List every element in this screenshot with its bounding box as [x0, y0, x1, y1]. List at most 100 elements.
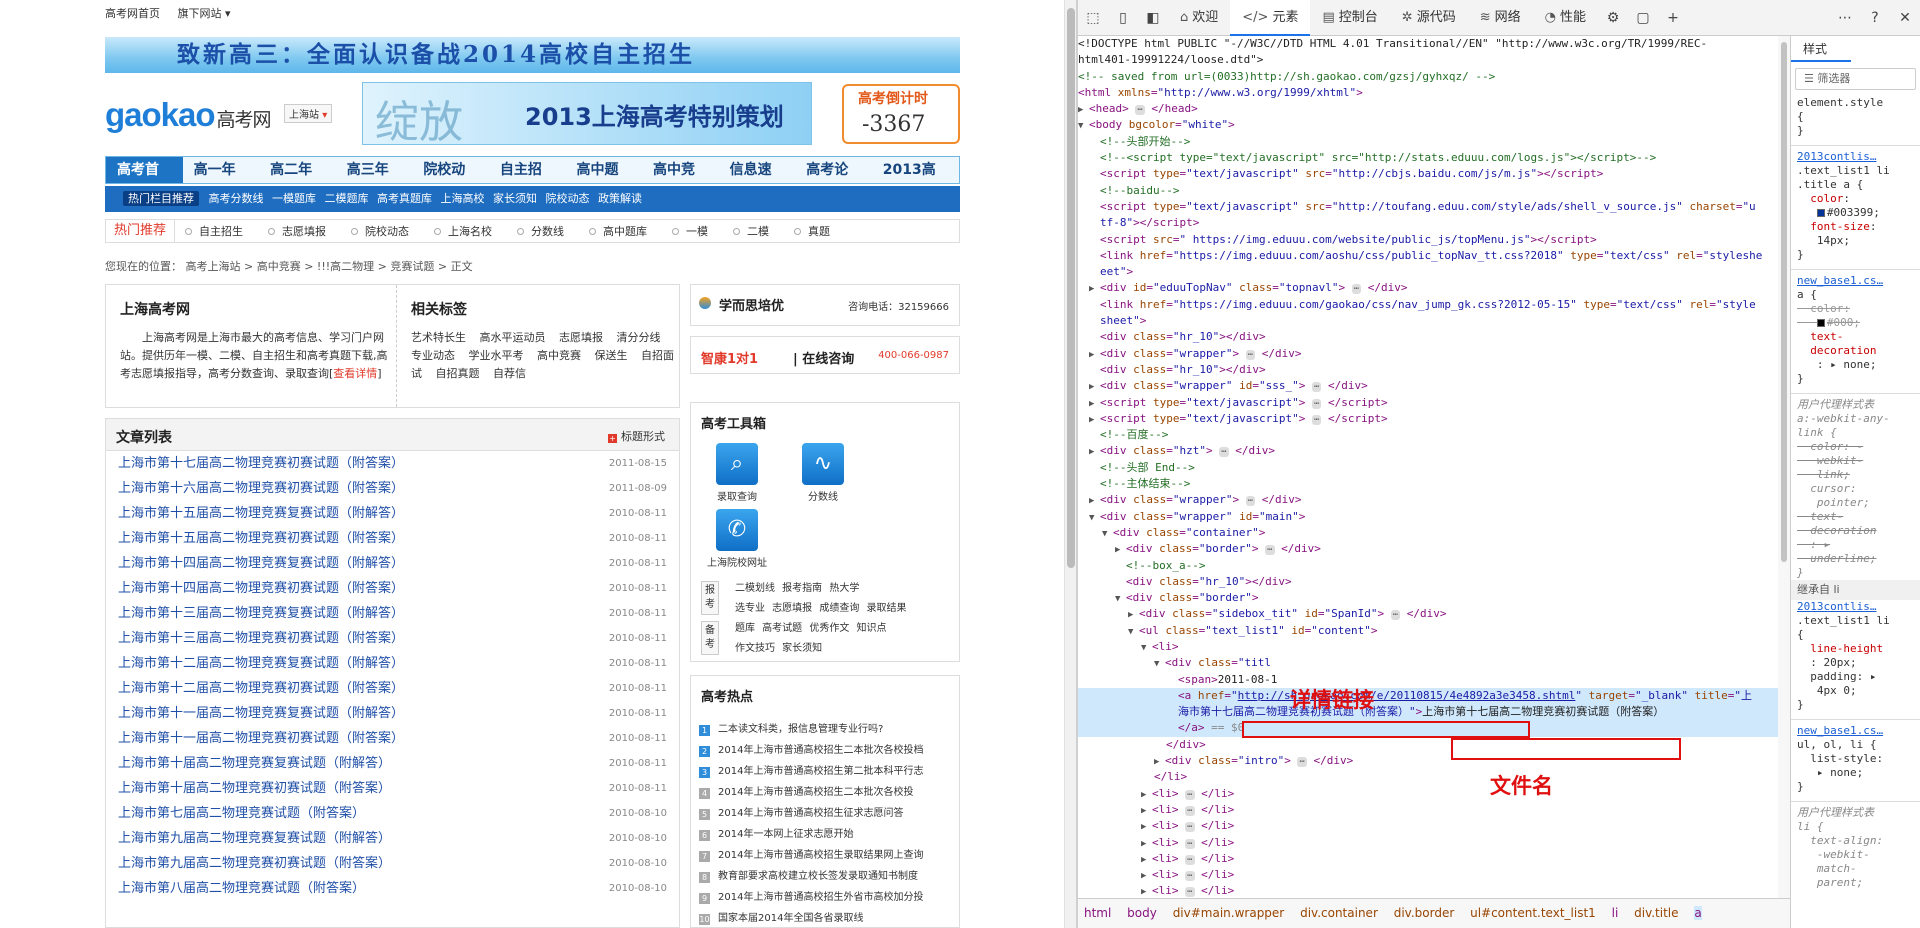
article-link[interactable]: 上海市第十届高二物理竞赛初赛试题（附答案）: [118, 776, 391, 801]
city-selector[interactable]: 上海站 ▾: [284, 104, 333, 123]
nav-item[interactable]: 信息速查: [719, 157, 796, 204]
rec-link[interactable]: 院校动态: [341, 223, 424, 239]
more-link[interactable]: 查看详情: [333, 367, 377, 380]
nav-item[interactable]: 自主招生: [489, 157, 566, 204]
add-tab-icon[interactable]: +: [1658, 10, 1688, 26]
hot-news-title[interactable]: 国家本届2014年全国各省录取线: [718, 913, 863, 924]
device-icon[interactable]: ▯: [1108, 10, 1138, 26]
sidebar-icon[interactable]: ◧: [1138, 10, 1168, 26]
hot-news-title[interactable]: 2014年上海市普通高校招生二本批次各校投档: [718, 745, 923, 756]
sites-dropdown[interactable]: 旗下网站 ▾: [178, 7, 231, 20]
tab-performance[interactable]: ◔ 性能: [1533, 0, 1598, 36]
hot-news-title[interactable]: 2014年上海市普通高校招生征求志愿问答: [718, 808, 903, 819]
tab-styles[interactable]: 样式: [1791, 36, 1851, 62]
article-link[interactable]: 上海市第十一届高二物理竞赛初赛试题（附答案）: [118, 726, 404, 751]
hot-news-item[interactable]: 5 2014年上海市普通高校招生征求志愿问答: [699, 803, 957, 824]
hot-news-item[interactable]: 7 2014年上海市普通高校招生录取结果网上查询: [699, 845, 957, 866]
crumb-item[interactable]: div.border: [1394, 906, 1455, 920]
crumb-item[interactable]: li: [1612, 906, 1619, 920]
nav-item[interactable]: 高一年级: [183, 157, 260, 204]
nav-item[interactable]: 高三年级: [336, 157, 413, 204]
hot-news-title[interactable]: 2014年上海市普通高校招生二本批次各校投: [718, 787, 913, 798]
hot-news-title[interactable]: 2014年上海市普通高校招生第二批本科平行志: [718, 766, 923, 777]
tag-list[interactable]: 艺术特长生 高水平运动员 志愿填报 清分分线 专业动态 学业水平考 高中竞赛 保…: [411, 329, 680, 383]
title-mode-toggle[interactable]: + 标题形式: [608, 428, 665, 444]
styles-filter-input[interactable]: ☰ 筛选器: [1795, 68, 1916, 90]
nav-item[interactable]: 高考论坛: [795, 157, 872, 204]
tab-sources[interactable]: ✲ 源代码: [1390, 0, 1468, 36]
hot-news-item[interactable]: 6 2014年一本网上征求志愿开始: [699, 824, 957, 845]
ad-banner[interactable]: 绽放 2013上海高考特别策划: [362, 82, 812, 148]
hot-news-item[interactable]: 4 2014年上海市普通高校招生二本批次各校投: [699, 782, 957, 803]
article-link[interactable]: 上海市第十三届高二物理竞赛初赛试题（附答案）: [118, 626, 404, 651]
crumb-item[interactable]: div#main.wrapper: [1173, 906, 1285, 920]
article-link[interactable]: 上海市第十届高二物理竞赛复赛试题（附解答）: [118, 751, 391, 776]
nav-item[interactable]: 高中题库: [565, 157, 642, 204]
rec-link[interactable]: 志愿填报: [258, 223, 341, 239]
crumb-item[interactable]: html: [1084, 906, 1111, 920]
nav-item[interactable]: 2013高考: [872, 157, 959, 204]
crumb-item[interactable]: a: [1694, 906, 1702, 920]
hot-link[interactable]: 上海高校: [441, 192, 485, 205]
inspect-icon[interactable]: ⬚: [1078, 10, 1108, 26]
rec-link[interactable]: 二模: [723, 223, 784, 239]
help-icon[interactable]: ?: [1860, 10, 1890, 26]
tab-welcome[interactable]: ⌂ 欢迎: [1168, 0, 1230, 36]
article-link[interactable]: 上海市第七届高二物理竞赛试题（附答案）: [118, 801, 365, 826]
article-link[interactable]: 上海市第八届高二物理竞赛试题（附答案）: [118, 876, 365, 901]
site-logo[interactable]: gaokao 高考网: [105, 96, 272, 134]
rec-link[interactable]: 上海名校: [424, 223, 507, 239]
hot-news-item[interactable]: 9 2014年上海市普通高校招生外省市高校加分投: [699, 887, 957, 908]
article-link[interactable]: 上海市第十六届高二物理竞赛初赛试题（附答案）: [118, 476, 404, 501]
rec-link[interactable]: 分数线: [507, 223, 579, 239]
dock-icon[interactable]: ▢: [1628, 10, 1658, 26]
rec-link[interactable]: 一模: [662, 223, 723, 239]
rec-link[interactable]: 高中题库: [579, 223, 662, 239]
hot-news-title[interactable]: 教育部要求高校建立校长签发录取通知书制度: [718, 871, 918, 882]
article-link[interactable]: 上海市第九届高二物理竞赛初赛试题（附答案）: [118, 851, 391, 876]
nav-item[interactable]: 院校动态: [412, 157, 489, 204]
hot-news-item[interactable]: 3 2014年上海市普通高校招生第二批本科平行志: [699, 761, 957, 782]
hot-news-item[interactable]: 8 教育部要求高校建立校长签发录取通知书制度: [699, 866, 957, 887]
article-link[interactable]: 上海市第十二届高二物理竞赛复赛试题（附解答）: [118, 651, 404, 676]
score-line-tool[interactable]: ∿ 分数线: [783, 443, 863, 503]
crumb-item[interactable]: ul#content.text_list1: [1470, 906, 1596, 920]
article-link[interactable]: 上海市第十一届高二物理竞赛复赛试题（附解答）: [118, 701, 404, 726]
article-link[interactable]: 上海市第十五届高二物理竞赛复赛试题（附解答）: [118, 501, 404, 526]
article-link[interactable]: 上海市第十四届高二物理竞赛初赛试题（附答案）: [118, 576, 404, 601]
close-icon[interactable]: ✕: [1890, 10, 1920, 26]
article-link[interactable]: 上海市第九届高二物理竞赛复赛试题（附解答）: [118, 826, 391, 851]
hot-news-title[interactable]: 二本读文科类，报信息管理专业行吗?: [718, 724, 883, 735]
gear-icon[interactable]: ⚙: [1598, 10, 1628, 26]
home-link[interactable]: 高考网首页: [105, 7, 160, 20]
hot-news-title[interactable]: 2014年上海市普通高校招生录取结果网上查询: [718, 850, 923, 861]
hot-link[interactable]: 家长须知: [493, 192, 537, 205]
page-scrollbar[interactable]: [1064, 0, 1076, 928]
hot-news-item[interactable]: 2 2014年上海市普通高校招生二本批次各校投档: [699, 740, 957, 761]
hot-news-item[interactable]: 10 国家本届2014年全国各省录取线: [699, 908, 957, 928]
article-link[interactable]: 上海市第十二届高二物理竞赛初赛试题（附答案）: [118, 676, 404, 701]
article-link[interactable]: 上海市第十三届高二物理竞赛复赛试题（附解答）: [118, 601, 404, 626]
tab-elements[interactable]: </> 元素: [1230, 0, 1311, 36]
tab-console[interactable]: ▤ 控制台: [1310, 0, 1389, 36]
nav-item[interactable]: 高二年级: [259, 157, 336, 204]
hot-link[interactable]: 一模题库: [272, 192, 316, 205]
article-link[interactable]: 上海市第十七届高二物理竞赛初赛试题（附答案）: [118, 451, 404, 476]
hot-link[interactable]: 院校动态: [546, 192, 590, 205]
article-link[interactable]: 上海市第十五届高二物理竞赛初赛试题（附答案）: [118, 526, 404, 551]
consult-box[interactable]: 智康1对1 | 在线咨询 400-066-0987: [690, 336, 960, 374]
hot-link[interactable]: 高考分数线: [209, 192, 264, 205]
nav-item[interactable]: 高中竞赛: [642, 157, 719, 204]
college-sites-tool[interactable]: ✆ 上海院校网址: [697, 509, 777, 569]
more-icon[interactable]: ⋯: [1830, 10, 1860, 26]
admission-query-tool[interactable]: ⌕ 录取查询: [697, 443, 777, 503]
dom-scrollbar[interactable]: [1778, 36, 1790, 898]
tab-network[interactable]: ≋ 网络: [1468, 0, 1533, 36]
hot-news-title[interactable]: 2014年一本网上征求志愿开始: [718, 829, 853, 840]
hot-link[interactable]: 政策解读: [598, 192, 642, 205]
rec-link[interactable]: 真题: [784, 223, 845, 239]
crumb-item[interactable]: body: [1127, 906, 1157, 920]
promo-banner[interactable]: 致新高三：全面认识备战2014高校自主招生: [105, 37, 960, 73]
hot-link[interactable]: 高考真题库: [377, 192, 432, 205]
article-link[interactable]: 上海市第十四届高二物理竞赛复赛试题（附解答）: [118, 551, 404, 576]
